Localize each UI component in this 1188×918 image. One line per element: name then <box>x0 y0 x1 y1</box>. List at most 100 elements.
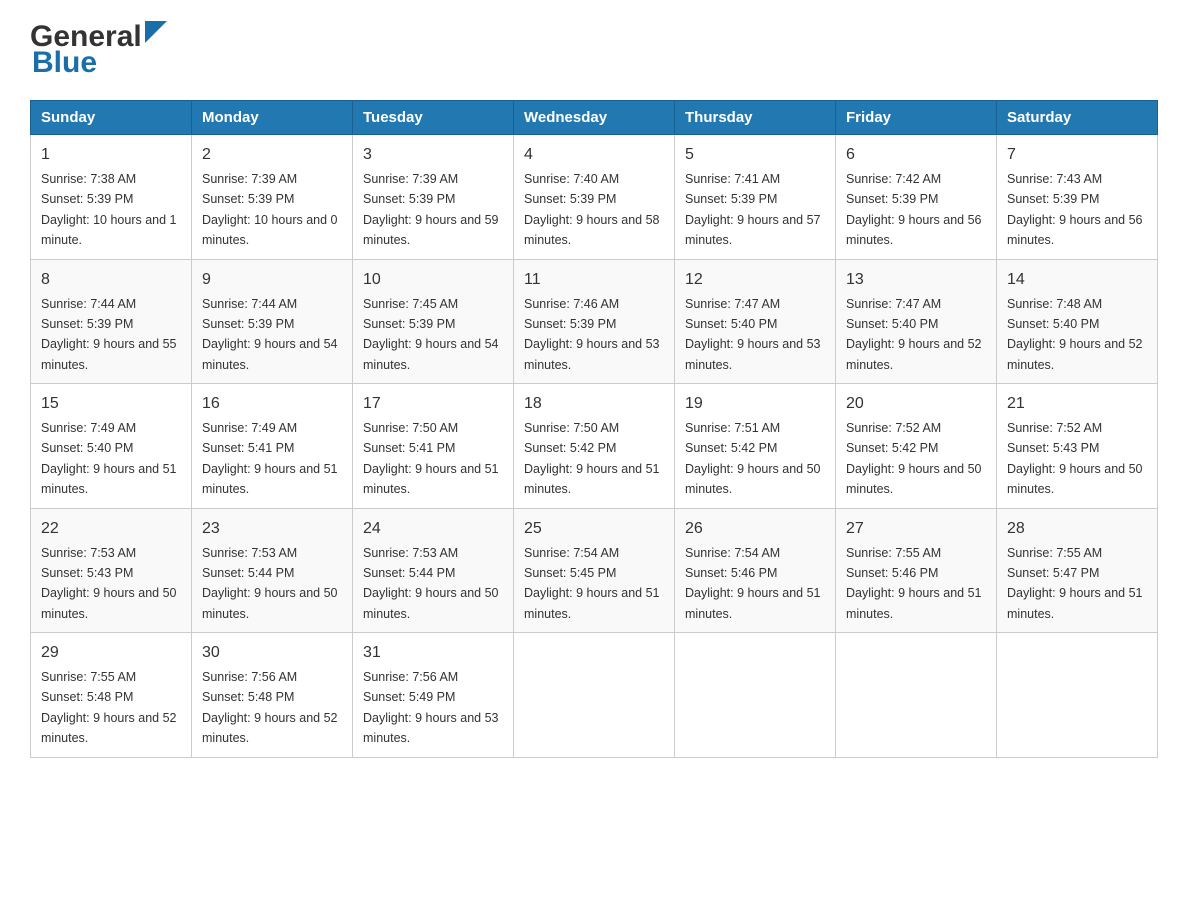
day-number: 9 <box>202 268 342 292</box>
day-info: Sunrise: 7:54 AMSunset: 5:45 PMDaylight:… <box>524 546 660 621</box>
logo-blue-text: Blue <box>32 46 97 80</box>
calendar-cell: 26 Sunrise: 7:54 AMSunset: 5:46 PMDayligh… <box>675 508 836 633</box>
day-number: 28 <box>1007 517 1147 541</box>
day-info: Sunrise: 7:44 AMSunset: 5:39 PMDaylight:… <box>202 297 338 372</box>
calendar-cell: 24 Sunrise: 7:53 AMSunset: 5:44 PMDayligh… <box>353 508 514 633</box>
day-info: Sunrise: 7:49 AMSunset: 5:41 PMDaylight:… <box>202 421 338 496</box>
calendar-cell: 23 Sunrise: 7:53 AMSunset: 5:44 PMDayligh… <box>192 508 353 633</box>
calendar-cell: 25 Sunrise: 7:54 AMSunset: 5:45 PMDayligh… <box>514 508 675 633</box>
day-info: Sunrise: 7:52 AMSunset: 5:42 PMDaylight:… <box>846 421 982 496</box>
day-number: 4 <box>524 143 664 167</box>
day-number: 7 <box>1007 143 1147 167</box>
calendar-cell: 1 Sunrise: 7:38 AMSunset: 5:39 PMDaylight… <box>31 135 192 260</box>
day-info: Sunrise: 7:41 AMSunset: 5:39 PMDaylight:… <box>685 172 821 247</box>
calendar-cell: 5 Sunrise: 7:41 AMSunset: 5:39 PMDaylight… <box>675 135 836 260</box>
week-row-5: 29Sunrise: 7:55 AMSunset: 5:48 PMDayligh… <box>31 633 1158 758</box>
day-info: Sunrise: 7:39 AMSunset: 5:39 PMDaylight:… <box>363 172 499 247</box>
weekday-header-monday: Monday <box>192 101 353 135</box>
logo: General Blue <box>30 20 167 80</box>
calendar-cell: 7 Sunrise: 7:43 AMSunset: 5:39 PMDaylight… <box>997 135 1158 260</box>
day-info: Sunrise: 7:43 AMSunset: 5:39 PMDaylight:… <box>1007 172 1143 247</box>
day-number: 20 <box>846 392 986 416</box>
day-info: Sunrise: 7:56 AMSunset: 5:49 PMDaylight:… <box>363 670 499 745</box>
calendar-cell: 30 Sunrise: 7:56 AMSunset: 5:48 PMDayligh… <box>192 633 353 758</box>
calendar-table: SundayMondayTuesdayWednesdayThursdayFrid… <box>30 100 1158 758</box>
weekday-header-friday: Friday <box>836 101 997 135</box>
day-number: 25 <box>524 517 664 541</box>
day-info: Sunrise: 7:53 AMSunset: 5:44 PMDaylight:… <box>202 546 338 621</box>
day-number: 5 <box>685 143 825 167</box>
day-info: Sunrise: 7:38 AMSunset: 5:39 PMDaylight:… <box>41 172 177 247</box>
day-info: Sunrise: 7:44 AMSunset: 5:39 PMDaylight:… <box>41 297 177 372</box>
calendar-cell: 20 Sunrise: 7:52 AMSunset: 5:42 PMDayligh… <box>836 384 997 509</box>
calendar-cell <box>836 633 997 758</box>
calendar-cell <box>514 633 675 758</box>
calendar-cell: 28 Sunrise: 7:55 AMSunset: 5:47 PMDayligh… <box>997 508 1158 633</box>
calendar-cell: 6 Sunrise: 7:42 AMSunset: 5:39 PMDaylight… <box>836 135 997 260</box>
day-number: 10 <box>363 268 503 292</box>
day-info: Sunrise: 7:54 AMSunset: 5:46 PMDaylight:… <box>685 546 821 621</box>
day-number: 19 <box>685 392 825 416</box>
calendar-cell: 2Sunrise: 7:39 AMSunset: 5:39 PMDaylight… <box>192 135 353 260</box>
day-number: 24 <box>363 517 503 541</box>
day-number: 13 <box>846 268 986 292</box>
day-info: Sunrise: 7:40 AMSunset: 5:39 PMDaylight:… <box>524 172 660 247</box>
weekday-header-wednesday: Wednesday <box>514 101 675 135</box>
weekday-header-row: SundayMondayTuesdayWednesdayThursdayFrid… <box>31 101 1158 135</box>
day-info: Sunrise: 7:53 AMSunset: 5:43 PMDaylight:… <box>41 546 177 621</box>
calendar-cell: 3 Sunrise: 7:39 AMSunset: 5:39 PMDaylight… <box>353 135 514 260</box>
calendar-cell: 22 Sunrise: 7:53 AMSunset: 5:43 PMDayligh… <box>31 508 192 633</box>
calendar-cell <box>675 633 836 758</box>
calendar-cell: 11Sunrise: 7:46 AMSunset: 5:39 PMDayligh… <box>514 259 675 384</box>
calendar-cell: 12 Sunrise: 7:47 AMSunset: 5:40 PMDayligh… <box>675 259 836 384</box>
day-number: 23 <box>202 517 342 541</box>
day-info: Sunrise: 7:50 AMSunset: 5:41 PMDaylight:… <box>363 421 499 496</box>
day-number: 8 <box>41 268 181 292</box>
day-number: 16 <box>202 392 342 416</box>
week-row-4: 22 Sunrise: 7:53 AMSunset: 5:43 PMDayligh… <box>31 508 1158 633</box>
day-info: Sunrise: 7:45 AMSunset: 5:39 PMDaylight:… <box>363 297 499 372</box>
calendar-cell: 14Sunrise: 7:48 AMSunset: 5:40 PMDayligh… <box>997 259 1158 384</box>
day-info: Sunrise: 7:53 AMSunset: 5:44 PMDaylight:… <box>363 546 499 621</box>
day-info: Sunrise: 7:47 AMSunset: 5:40 PMDaylight:… <box>846 297 982 372</box>
day-info: Sunrise: 7:47 AMSunset: 5:40 PMDaylight:… <box>685 297 821 372</box>
day-number: 30 <box>202 641 342 665</box>
day-number: 26 <box>685 517 825 541</box>
day-number: 1 <box>41 143 181 167</box>
day-number: 29 <box>41 641 181 665</box>
day-info: Sunrise: 7:49 AMSunset: 5:40 PMDaylight:… <box>41 421 177 496</box>
day-info: Sunrise: 7:55 AMSunset: 5:47 PMDaylight:… <box>1007 546 1143 621</box>
calendar-cell: 4 Sunrise: 7:40 AMSunset: 5:39 PMDaylight… <box>514 135 675 260</box>
calendar-cell: 27 Sunrise: 7:55 AMSunset: 5:46 PMDayligh… <box>836 508 997 633</box>
week-row-1: 1 Sunrise: 7:38 AMSunset: 5:39 PMDaylight… <box>31 135 1158 260</box>
calendar-cell: 31Sunrise: 7:56 AMSunset: 5:49 PMDayligh… <box>353 633 514 758</box>
day-number: 15 <box>41 392 181 416</box>
calendar-cell: 10 Sunrise: 7:45 AMSunset: 5:39 PMDayligh… <box>353 259 514 384</box>
day-number: 22 <box>41 517 181 541</box>
calendar-cell: 19 Sunrise: 7:51 AMSunset: 5:42 PMDayligh… <box>675 384 836 509</box>
day-number: 18 <box>524 392 664 416</box>
page-header: General Blue <box>30 20 1158 80</box>
calendar-cell: 15 Sunrise: 7:49 AMSunset: 5:40 PMDayligh… <box>31 384 192 509</box>
day-number: 12 <box>685 268 825 292</box>
calendar-cell <box>997 633 1158 758</box>
week-row-2: 8 Sunrise: 7:44 AMSunset: 5:39 PMDaylight… <box>31 259 1158 384</box>
day-info: Sunrise: 7:51 AMSunset: 5:42 PMDaylight:… <box>685 421 821 496</box>
day-info: Sunrise: 7:46 AMSunset: 5:39 PMDaylight:… <box>524 297 660 372</box>
weekday-header-thursday: Thursday <box>675 101 836 135</box>
day-info: Sunrise: 7:55 AMSunset: 5:46 PMDaylight:… <box>846 546 982 621</box>
weekday-header-sunday: Sunday <box>31 101 192 135</box>
day-number: 3 <box>363 143 503 167</box>
day-info: Sunrise: 7:50 AMSunset: 5:42 PMDaylight:… <box>524 421 660 496</box>
day-number: 6 <box>846 143 986 167</box>
day-number: 27 <box>846 517 986 541</box>
day-info: Sunrise: 7:42 AMSunset: 5:39 PMDaylight:… <box>846 172 982 247</box>
calendar-cell: 13 Sunrise: 7:47 AMSunset: 5:40 PMDayligh… <box>836 259 997 384</box>
day-info: Sunrise: 7:56 AMSunset: 5:48 PMDaylight:… <box>202 670 338 745</box>
calendar-cell: 9 Sunrise: 7:44 AMSunset: 5:39 PMDaylight… <box>192 259 353 384</box>
weekday-header-saturday: Saturday <box>997 101 1158 135</box>
day-number: 21 <box>1007 392 1147 416</box>
calendar-cell: 21 Sunrise: 7:52 AMSunset: 5:43 PMDayligh… <box>997 384 1158 509</box>
day-info: Sunrise: 7:48 AMSunset: 5:40 PMDaylight:… <box>1007 297 1143 372</box>
day-info: Sunrise: 7:52 AMSunset: 5:43 PMDaylight:… <box>1007 421 1143 496</box>
